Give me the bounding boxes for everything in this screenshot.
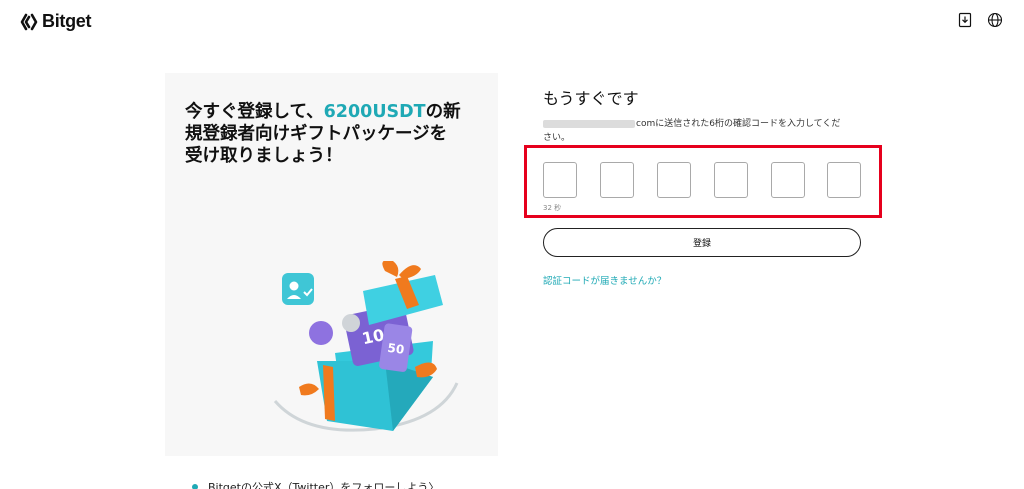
page-title: もうすぐです — [543, 89, 639, 108]
x-bullet-icon — [192, 484, 198, 489]
user-badge-icon — [282, 273, 314, 305]
top-bar: Bitget — [0, 0, 1024, 44]
register-button-label: 登録 — [692, 239, 711, 249]
verification-panel: もうすぐです comに送信された6桁の確認コードを入力してくだ さい。 — [543, 85, 863, 143]
bitget-logo[interactable]: Bitget — [20, 11, 92, 32]
promo-panel: 今すぐ登録して、6200USDTの新 規登録者向けギフトパッケージを 受け取りま… — [165, 73, 498, 456]
masked-email — [543, 119, 635, 128]
promo-amount: 6200USDT — [323, 102, 426, 122]
social-follow-row[interactable]: Bitgetの公式X（Twitter）をフォローしよう〉 — [192, 479, 439, 489]
download-icon[interactable] — [957, 12, 973, 28]
bitget-logo-icon — [20, 13, 38, 30]
code-digit-3-input[interactable] — [657, 162, 691, 198]
code-digit-5-input[interactable] — [771, 162, 805, 198]
code-digit-2-input[interactable] — [600, 162, 634, 198]
globe-icon[interactable] — [987, 12, 1003, 28]
social-follow-text: Bitgetの公式X（Twitter）をフォローしよう〉 — [208, 481, 440, 489]
code-digit-1-input[interactable] — [543, 162, 577, 198]
code-digit-4-input[interactable] — [714, 162, 748, 198]
gift-box-illustration: 100 50 — [273, 261, 459, 432]
verification-description: comに送信された6桁の確認コードを入力してくだ さい。 — [543, 119, 841, 143]
resend-timer: 32 秒 — [543, 204, 562, 212]
promo-title: 今すぐ登録して、6200USDTの新 規登録者向けギフトパッケージを 受け取りま… — [185, 102, 461, 166]
brand-name: Bitget — [42, 11, 92, 31]
code-digit-6-input[interactable] — [827, 162, 861, 198]
gift-label-50: 50 — [387, 341, 405, 357]
register-button[interactable]: 登録 — [543, 228, 861, 257]
resend-code-link[interactable]: 認証コードが届きませんか？ — [543, 273, 666, 287]
